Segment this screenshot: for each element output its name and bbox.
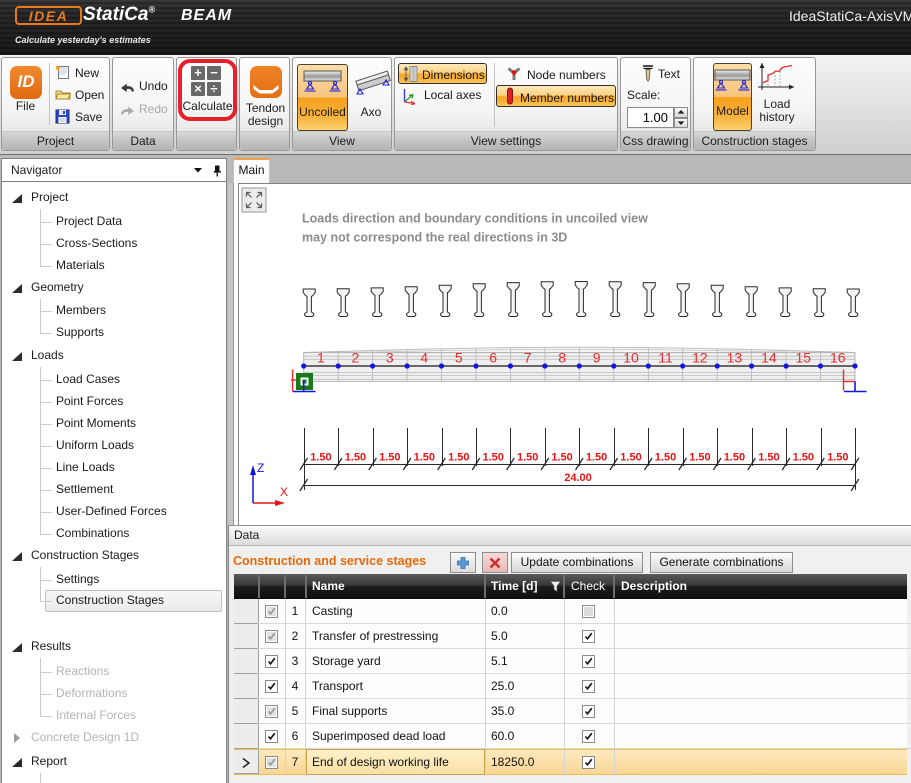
svg-text:3: 3 (386, 350, 394, 366)
svg-text:12: 12 (692, 350, 708, 366)
svg-text:5: 5 (455, 350, 463, 366)
svg-text:4: 4 (420, 350, 428, 366)
svg-text:1.50: 1.50 (689, 452, 710, 464)
svg-text:1.50: 1.50 (655, 452, 676, 464)
svg-text:1.50: 1.50 (448, 452, 469, 464)
svg-text:13: 13 (727, 350, 743, 366)
svg-text:1.50: 1.50 (724, 452, 745, 464)
svg-text:11: 11 (658, 350, 673, 366)
svg-text:Loads direction and boundary c: Loads direction and boundary conditions … (302, 212, 648, 226)
svg-text:1.50: 1.50 (620, 452, 641, 464)
svg-text:8: 8 (558, 350, 566, 366)
svg-text:1.50: 1.50 (379, 452, 400, 464)
svg-text:2: 2 (352, 350, 360, 366)
svg-text:1.50: 1.50 (827, 452, 848, 464)
svg-text:1: 1 (317, 350, 325, 366)
svg-text:15: 15 (796, 350, 812, 366)
svg-text:1.50: 1.50 (310, 452, 331, 464)
svg-text:1.50: 1.50 (517, 452, 538, 464)
svg-text:1.50: 1.50 (586, 452, 607, 464)
svg-text:14: 14 (761, 350, 777, 366)
svg-text:1.50: 1.50 (414, 452, 435, 464)
svg-text:1.50: 1.50 (793, 452, 814, 464)
svg-text:1.50: 1.50 (482, 452, 503, 464)
svg-text:10: 10 (623, 350, 639, 366)
svg-text:7: 7 (524, 350, 532, 366)
svg-text:may not correspond the real di: may not correspond the real directions i… (302, 231, 567, 245)
svg-text:1.50: 1.50 (551, 452, 572, 464)
svg-text:16: 16 (830, 350, 846, 366)
svg-text:1.50: 1.50 (345, 452, 366, 464)
svg-text:9: 9 (593, 350, 601, 366)
svg-text:X: X (280, 485, 288, 499)
svg-text:Z: Z (257, 461, 264, 475)
svg-text:1.50: 1.50 (758, 452, 779, 464)
svg-text:6: 6 (489, 350, 497, 366)
svg-text:24.00: 24.00 (564, 472, 592, 484)
